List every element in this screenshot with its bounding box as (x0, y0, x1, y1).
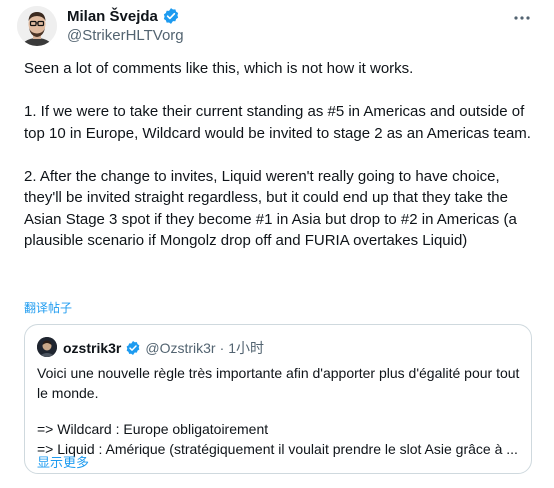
tweet: Milan Švejda @StrikerHLTVorg Seen a lot … (0, 0, 554, 488)
author-name-row: Milan Švejda (67, 7, 180, 25)
tweet-paragraph: 2. After the change to invites, Liquid w… (24, 167, 517, 250)
author-handle[interactable]: @StrikerHLTVorg (67, 27, 184, 44)
tweet-text: Seen a lot of comments like this, which … (24, 58, 536, 252)
show-more-link[interactable]: 显示更多 (37, 452, 89, 471)
separator-dot: · (219, 340, 225, 356)
tweet-paragraph: Seen a lot of comments like this, which … (24, 60, 414, 77)
quote-header: ozstrik3r @Ozstrik3r · 1小时 (63, 338, 264, 358)
quote-line: Voici une nouvelle règle très importante… (37, 365, 520, 381)
verified-badge-icon[interactable] (125, 340, 141, 356)
quote-author-avatar[interactable] (37, 337, 57, 357)
author-avatar[interactable] (17, 6, 57, 46)
quote-text: Voici une nouvelle règle très importante… (37, 363, 523, 459)
quote-timestamp[interactable]: 1小时 (228, 338, 264, 358)
quote-author-name[interactable]: ozstrik3r (63, 340, 121, 356)
quoted-tweet[interactable]: ozstrik3r @Ozstrik3r · 1小时 Voici une nou… (24, 324, 532, 474)
quote-line: le monde. (37, 385, 99, 401)
quote-line: => Liquid : Amérique (stratégiquement il… (37, 441, 518, 457)
more-horizontal-icon[interactable] (510, 6, 534, 30)
quote-line: => Wildcard : Europe obligatoirement (37, 421, 269, 437)
tweet-paragraph: 1. If we were to take their current stan… (24, 103, 531, 142)
quote-author-handle[interactable]: @Ozstrik3r (145, 340, 215, 356)
translate-post-link[interactable]: 翻译帖子 (24, 299, 72, 316)
verified-badge-icon[interactable] (162, 7, 180, 25)
author-display-name[interactable]: Milan Švejda (67, 8, 158, 25)
